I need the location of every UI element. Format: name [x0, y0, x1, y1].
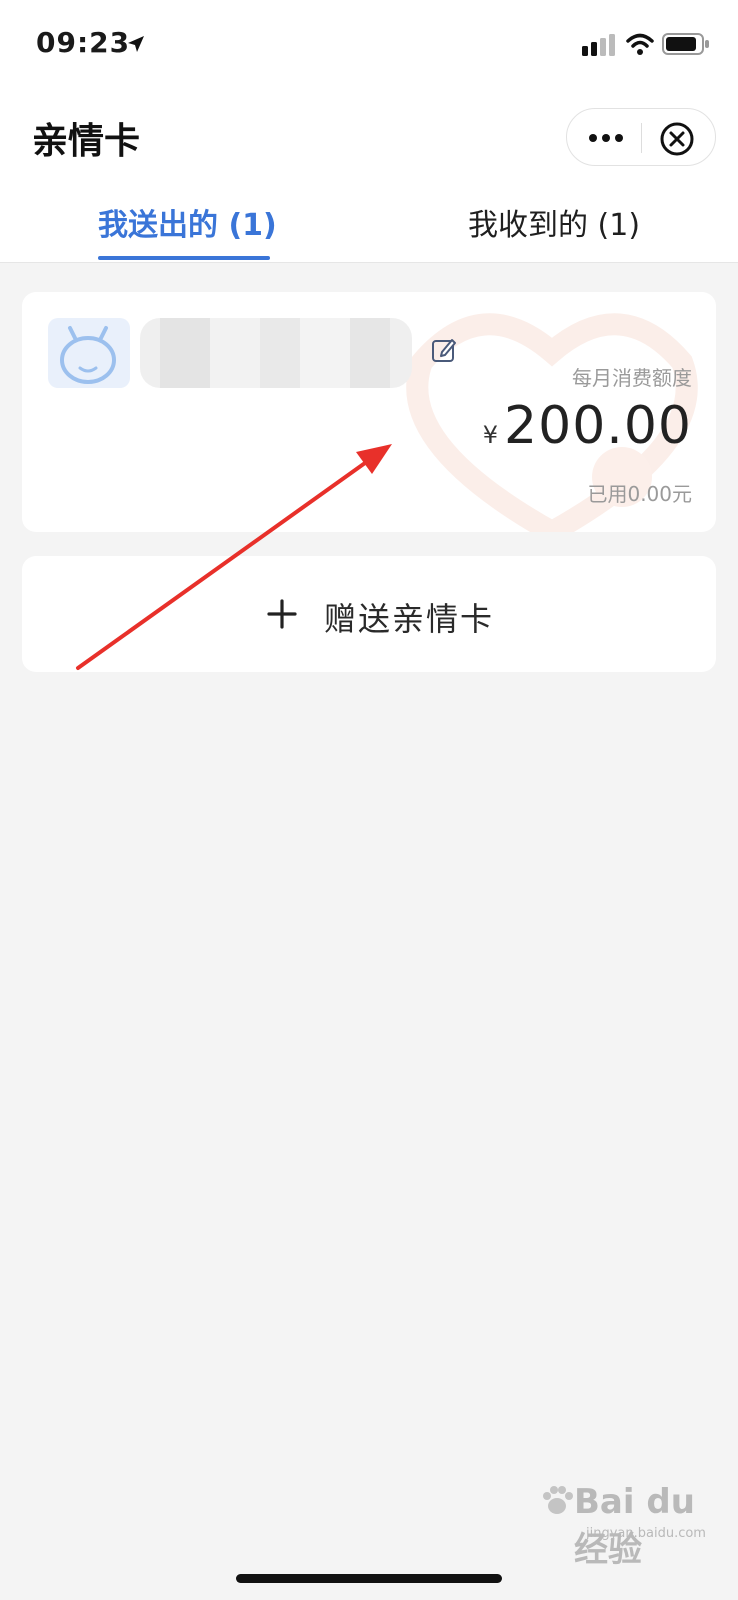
page-header: 亲情卡 我送出的 (1) 我收到的 (1)	[0, 90, 738, 263]
battery-icon	[662, 33, 709, 55]
wifi-icon	[626, 33, 654, 55]
more-icon[interactable]	[585, 123, 627, 153]
gift-family-card-button[interactable]: 赠送亲情卡	[22, 556, 716, 672]
tab-sent[interactable]: 我送出的 (1)	[98, 200, 277, 244]
status-time: 09:23	[36, 26, 131, 59]
avatar	[48, 318, 130, 388]
baidu-watermark: Bai du 经验 jingyan.baidu.com	[540, 1482, 730, 1570]
page-title: 亲情卡	[32, 121, 141, 162]
home-indicator[interactable]	[236, 1574, 502, 1583]
amount-row: ¥200.00	[483, 396, 692, 456]
tab-received[interactable]: 我收到的 (1)	[468, 200, 640, 244]
paw-logo-icon	[543, 1486, 573, 1514]
currency-symbol: ¥	[482, 421, 499, 449]
tab-bar: 我送出的 (1) 我收到的 (1)	[0, 190, 738, 262]
status-bar: 09:23	[0, 0, 738, 90]
avatar-face-icon	[60, 326, 116, 384]
family-card[interactable]: 每月消费额度 ¥200.00 已用0.00元	[22, 292, 716, 532]
edit-icon[interactable]	[430, 336, 458, 364]
blurred-name	[140, 318, 412, 388]
mini-program-capsule	[566, 108, 716, 166]
gift-button-label: 赠送亲情卡	[324, 600, 495, 638]
monthly-quota-label: 每月消费额度	[572, 366, 692, 390]
cellular-signal-icon	[582, 34, 615, 56]
used-amount: 已用0.00元	[587, 482, 692, 506]
active-tab-indicator	[98, 256, 270, 260]
quota-amount: 200.00	[504, 396, 692, 456]
capsule-divider	[641, 123, 642, 153]
close-mini-program-icon[interactable]	[659, 121, 695, 157]
watermark-domain: jingyan.baidu.com	[586, 1526, 706, 1541]
location-arrow-icon	[128, 36, 144, 52]
plus-icon	[267, 599, 297, 629]
